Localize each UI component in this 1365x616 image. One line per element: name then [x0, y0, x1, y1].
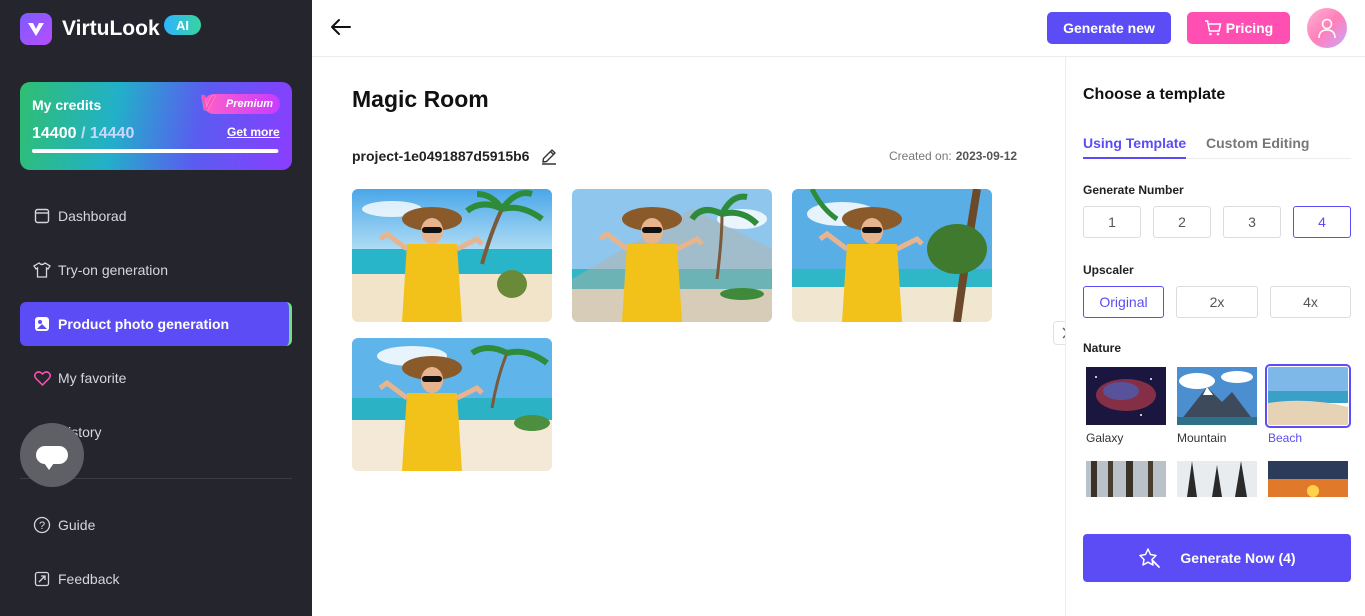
- template-snow-forest[interactable]: [1177, 461, 1257, 497]
- product-photo-icon: [33, 315, 51, 333]
- nav-label: Feedback: [58, 571, 120, 587]
- template-mountain[interactable]: [1177, 367, 1257, 425]
- credits-used: 14400: [32, 125, 77, 142]
- cart-icon: [1204, 20, 1222, 36]
- pricing-button[interactable]: Pricing: [1187, 12, 1290, 44]
- template-label: Mountain: [1177, 431, 1227, 445]
- svg-text:?: ?: [39, 520, 45, 532]
- generate-now-label: Generate Now (4): [1180, 550, 1296, 566]
- generate-now-button[interactable]: Generate Now (4): [1083, 534, 1351, 582]
- user-avatar[interactable]: [1307, 8, 1347, 48]
- get-more-link[interactable]: Get more: [227, 125, 280, 139]
- edit-icon[interactable]: [540, 147, 558, 165]
- credits-progress-fill: [32, 149, 279, 153]
- feedback-icon: [33, 570, 51, 588]
- upscaler-option[interactable]: Original: [1083, 286, 1164, 318]
- tab-custom-editing[interactable]: Custom Editing: [1206, 135, 1309, 159]
- upscaler-option[interactable]: 4x: [1270, 286, 1351, 318]
- generate-new-button[interactable]: Generate new: [1047, 12, 1171, 44]
- generate-number-option[interactable]: 3: [1223, 206, 1281, 238]
- ai-badge: AI: [164, 15, 201, 35]
- credits-count: 14400 / 14440: [32, 125, 134, 143]
- created-date: 2023-09-12: [955, 149, 1018, 163]
- nav-item-product-photo[interactable]: Product photo generation: [20, 302, 292, 346]
- user-icon: [1318, 18, 1336, 39]
- template-label: Beach: [1268, 431, 1303, 445]
- magic-wand-icon: [1139, 548, 1161, 568]
- result-image[interactable]: [572, 189, 772, 322]
- premium-label: Premium: [225, 98, 273, 110]
- generate-number-option[interactable]: 2: [1153, 206, 1211, 238]
- back-arrow-icon[interactable]: [330, 16, 352, 38]
- template-tabs: Using Template Custom Editing: [1083, 135, 1351, 159]
- nav-label: Guide: [58, 517, 96, 533]
- top-bar: Generate new Pricing: [312, 0, 1365, 57]
- generate-number-option[interactable]: 1: [1083, 206, 1141, 238]
- premium-badge: V Premium: [200, 92, 280, 115]
- chat-bubble-icon: [36, 446, 68, 470]
- upscaler-option[interactable]: 2x: [1176, 286, 1258, 318]
- brand-name: VirtuLook: [62, 17, 160, 40]
- project-id: project-1e0491887d5915b6: [352, 148, 530, 164]
- template-forest[interactable]: [1086, 461, 1166, 497]
- brand-logo[interactable]: VirtuLook: [20, 13, 160, 45]
- credits-card: My credits V Premium 14400 / 14440 Get m…: [20, 82, 292, 170]
- sidebar: VirtuLook AI My credits V Premium 14400 …: [0, 0, 312, 616]
- tab-using-template[interactable]: Using Template: [1083, 135, 1187, 159]
- result-image[interactable]: [792, 189, 992, 322]
- template-sunset[interactable]: [1268, 461, 1348, 497]
- help-icon: ?: [33, 516, 51, 534]
- template-panel: Choose a template Using Template Custom …: [1065, 57, 1365, 616]
- nav-item-dashboard[interactable]: Dashborad: [20, 194, 292, 238]
- created-on: Created on: 2023-09-12: [889, 149, 1017, 163]
- nav-label: Dashborad: [58, 208, 127, 224]
- credits-title: My credits: [32, 97, 102, 113]
- premium-v-icon: V: [200, 92, 215, 115]
- heart-icon: [33, 369, 51, 387]
- nature-label: Nature: [1083, 341, 1122, 355]
- nav-label: Product photo generation: [58, 316, 230, 332]
- pricing-label: Pricing: [1225, 20, 1274, 36]
- created-label: Created on:: [889, 149, 952, 163]
- nav-item-feedback[interactable]: Feedback: [20, 557, 292, 601]
- nav-item-guide[interactable]: ? Guide: [20, 503, 292, 547]
- page-title: Magic Room: [352, 86, 489, 112]
- generate-number-label: Generate Number: [1083, 183, 1184, 197]
- upscaler-label: Upscaler: [1083, 263, 1134, 277]
- panel-title: Choose a template: [1083, 86, 1226, 103]
- chat-support-button[interactable]: [20, 423, 84, 487]
- shirt-icon: [33, 261, 51, 279]
- credits-progress-bar: [32, 149, 279, 153]
- logo-icon: [20, 13, 52, 45]
- template-label: Galaxy: [1086, 431, 1124, 445]
- nav-label: Try-on generation: [58, 262, 168, 278]
- result-image[interactable]: [352, 338, 552, 471]
- nav-label: My favorite: [58, 370, 127, 386]
- result-image[interactable]: [352, 189, 552, 322]
- template-beach[interactable]: [1265, 364, 1351, 428]
- template-galaxy[interactable]: [1086, 367, 1166, 425]
- nav-item-favorite[interactable]: My favorite: [20, 356, 292, 400]
- credits-total: 14440: [89, 125, 135, 142]
- nav-item-try-on[interactable]: Try-on generation: [20, 248, 292, 292]
- generate-number-option[interactable]: 4: [1293, 206, 1351, 238]
- credits-separator: /: [80, 125, 86, 142]
- dashboard-icon: [33, 207, 51, 225]
